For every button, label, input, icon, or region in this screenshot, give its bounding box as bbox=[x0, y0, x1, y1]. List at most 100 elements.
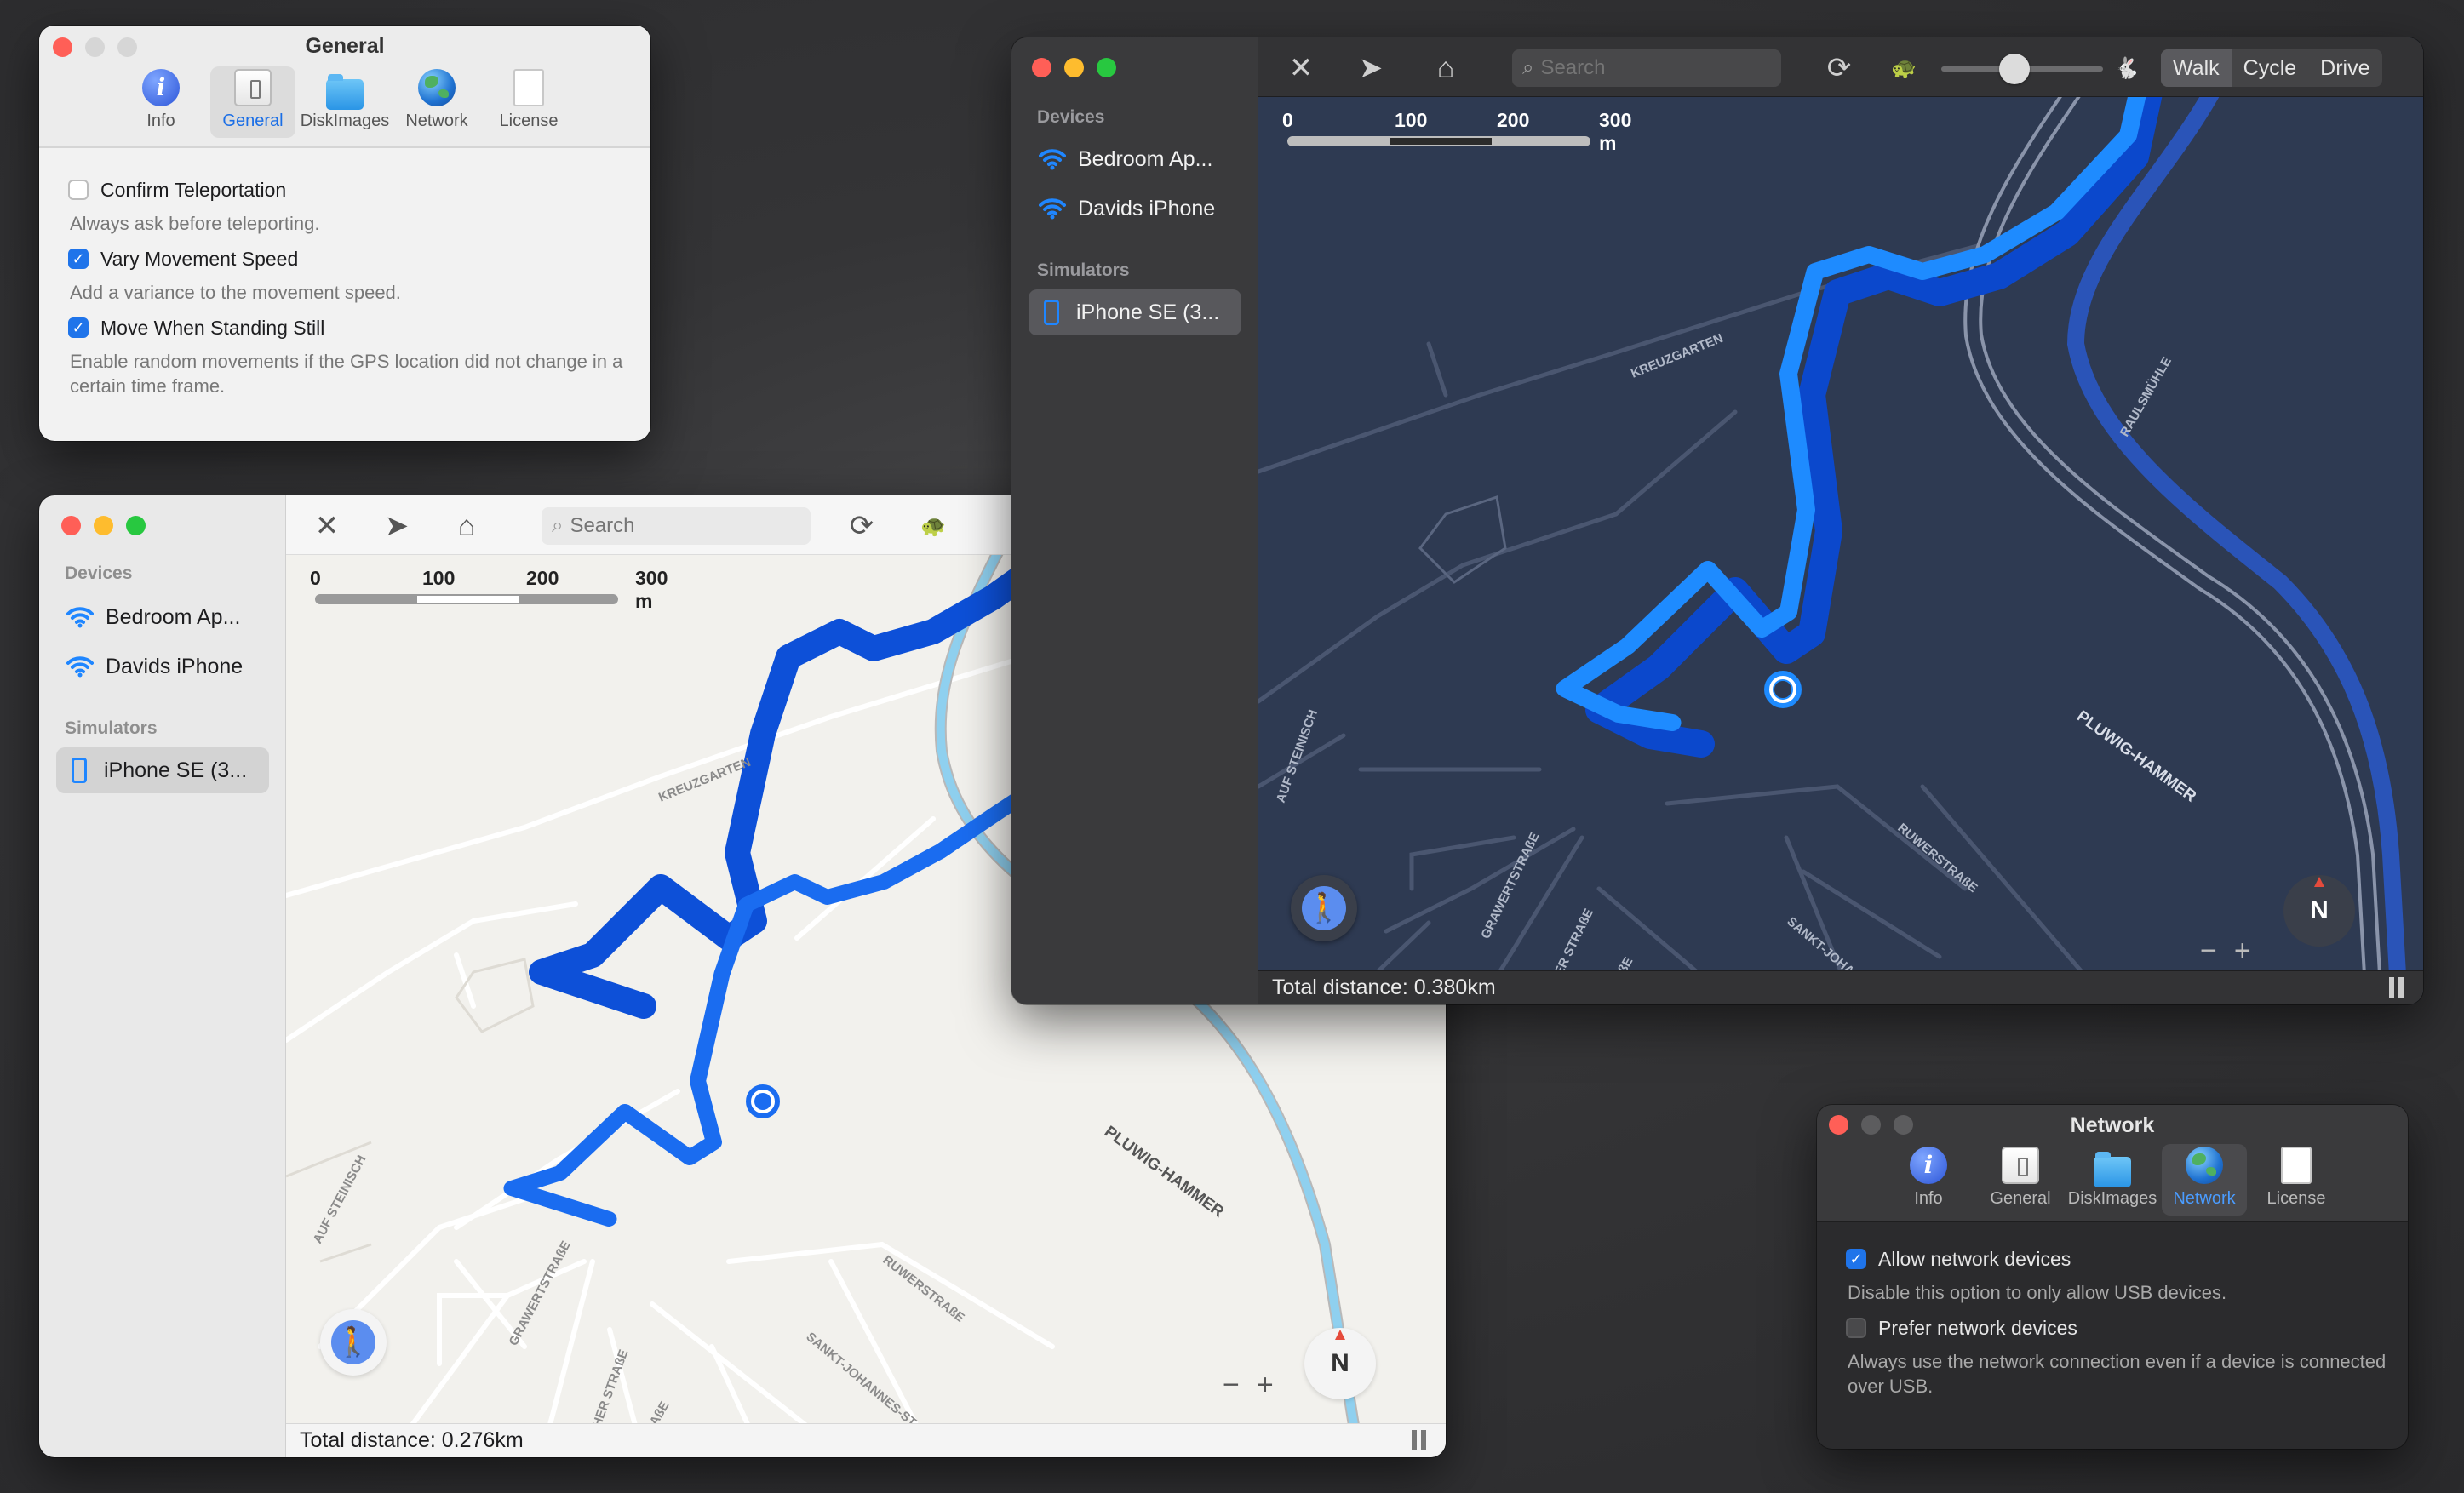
turtle-icon: 🐢 bbox=[920, 514, 946, 538]
allow-network-devices-checkbox[interactable]: ✓ bbox=[1846, 1249, 1866, 1269]
globe-icon bbox=[2186, 1147, 2223, 1184]
search-icon: ⌕ bbox=[552, 514, 564, 537]
close-window-button[interactable] bbox=[61, 516, 81, 535]
prefer-network-devices-option[interactable]: Prefer network devices bbox=[1846, 1313, 2391, 1342]
walk-mode-button[interactable]: 🚶 bbox=[1291, 875, 1357, 941]
vary-movement-speed-option[interactable]: ✓ Vary Movement Speed bbox=[68, 244, 633, 273]
status-bar: Total distance: 0.380km bbox=[1258, 970, 2423, 1004]
total-distance-label: Total distance: 0.276km bbox=[300, 1428, 524, 1452]
search-input[interactable] bbox=[1540, 56, 1762, 80]
wifi-icon bbox=[66, 607, 94, 628]
sidebar-item-iphone-se[interactable]: iPhone SE (3... bbox=[56, 747, 269, 793]
phone-icon bbox=[1044, 300, 1059, 325]
sidebar-item-iphone-se[interactable]: iPhone SE (3... bbox=[1029, 289, 1241, 335]
general-options: Confirm Teleportation Always ask before … bbox=[68, 175, 633, 407]
tab-license[interactable]: License bbox=[486, 66, 571, 138]
sidebar-item-bedroom[interactable]: Bedroom Ap... bbox=[56, 594, 269, 640]
close-icon[interactable]: ✕ bbox=[1284, 51, 1318, 85]
preferences-toolbar: General i Info General DiskImages Network… bbox=[39, 26, 650, 148]
map-toolbar: ✕ ➤ ⌂ ⌕ ⟳ 🐢 🐇 Walk Cycle Drive bbox=[1258, 37, 2423, 97]
window-controls bbox=[1032, 58, 1116, 77]
search-input[interactable] bbox=[570, 514, 792, 538]
sidebar-item-davids-iphone[interactable]: Davids iPhone bbox=[56, 644, 269, 689]
zoom-controls: − + bbox=[1223, 1369, 1274, 1402]
tab-info[interactable]: i Info bbox=[1886, 1144, 1971, 1216]
speed-slider-knob[interactable] bbox=[1998, 54, 2030, 84]
search-field[interactable]: ⌕ bbox=[542, 507, 811, 545]
tab-diskimages[interactable]: DiskImages bbox=[301, 66, 389, 138]
close-icon[interactable]: ✕ bbox=[310, 509, 344, 543]
network-preferences-window: Network i Info General DiskImages Network… bbox=[1817, 1105, 2408, 1449]
mode-cycle[interactable]: Cycle bbox=[2232, 49, 2309, 87]
street-label: GRAWERTSTRAßE bbox=[1478, 830, 1542, 941]
simulators-header: Simulators bbox=[65, 718, 158, 738]
wifi-icon bbox=[1039, 198, 1066, 220]
info-icon: i bbox=[142, 69, 180, 106]
walk-mode-button[interactable]: 🚶 bbox=[320, 1309, 387, 1376]
travel-mode-segmented-control: Walk Cycle Drive bbox=[2161, 49, 2382, 87]
close-window-button[interactable] bbox=[1032, 58, 1051, 77]
street-label: SANKT-JOHANNES-ST bbox=[803, 1330, 919, 1430]
tab-network[interactable]: Network bbox=[394, 66, 479, 138]
tab-diskimages[interactable]: DiskImages bbox=[2068, 1144, 2157, 1216]
home-icon[interactable]: ⌂ bbox=[1429, 51, 1463, 85]
tab-general[interactable]: General bbox=[1978, 1144, 2063, 1216]
compass-button[interactable]: N bbox=[1304, 1328, 1376, 1399]
zoom-in-button[interactable]: + bbox=[1257, 1369, 1274, 1402]
hare-icon: 🐇 bbox=[2114, 56, 2140, 80]
sidebar-item-bedroom[interactable]: Bedroom Ap... bbox=[1029, 136, 1241, 182]
zoom-in-button[interactable]: + bbox=[2234, 935, 2251, 968]
wifi-icon bbox=[1039, 149, 1066, 170]
pause-icon[interactable] bbox=[2389, 977, 2408, 998]
vary-movement-speed-checkbox[interactable]: ✓ bbox=[68, 249, 89, 269]
option-description: Disable this option to only allow USB de… bbox=[1848, 1282, 2227, 1303]
speed-slider[interactable] bbox=[1941, 54, 2103, 84]
refresh-icon[interactable]: ⟳ bbox=[1822, 51, 1856, 85]
tab-general[interactable]: General bbox=[210, 66, 295, 138]
zoom-window-button[interactable] bbox=[126, 516, 146, 535]
zoom-out-button[interactable]: − bbox=[2200, 935, 2217, 968]
tab-network[interactable]: Network bbox=[2162, 1144, 2247, 1216]
street-label: PLUWIG-HAMMER bbox=[1101, 1123, 1227, 1221]
zoom-window-button[interactable] bbox=[1097, 58, 1116, 77]
move-when-standing-still-option[interactable]: ✓ Move When Standing Still bbox=[68, 313, 633, 342]
allow-network-devices-option[interactable]: ✓ Allow network devices bbox=[1846, 1244, 2391, 1273]
mode-drive[interactable]: Drive bbox=[2308, 49, 2381, 87]
network-options: ✓ Allow network devices Disable this opt… bbox=[1846, 1244, 2391, 1407]
tab-info[interactable]: i Info bbox=[118, 66, 203, 138]
street-label: KREUZGARTEN bbox=[1629, 331, 1725, 381]
confirm-teleportation-checkbox[interactable] bbox=[68, 180, 89, 200]
zoom-out-button[interactable]: − bbox=[1223, 1369, 1240, 1402]
refresh-icon[interactable]: ⟳ bbox=[845, 509, 879, 543]
option-description: Add a variance to the movement speed. bbox=[70, 282, 401, 303]
home-icon[interactable]: ⌂ bbox=[450, 509, 484, 543]
devices-header: Devices bbox=[65, 563, 133, 583]
street-label: RUWERSTRAßE bbox=[1894, 821, 1980, 895]
search-field[interactable]: ⌕ bbox=[1512, 49, 1781, 87]
compass-button[interactable]: N bbox=[2283, 875, 2355, 947]
map-scale: 0 100 200 300 m bbox=[1282, 109, 1632, 154]
map-view[interactable]: KREUZGARTEN RAULSMÜHLE AUF STEINISCH PLU… bbox=[1258, 37, 2423, 1004]
total-distance-label: Total distance: 0.380km bbox=[1272, 975, 1496, 999]
tab-license[interactable]: License bbox=[2254, 1144, 2339, 1216]
prefer-network-devices-checkbox[interactable] bbox=[1846, 1318, 1866, 1338]
minimize-window-button[interactable] bbox=[94, 516, 113, 535]
scale-bar bbox=[1287, 136, 1590, 146]
simulators-header: Simulators bbox=[1037, 260, 1130, 280]
move-when-standing-still-checkbox[interactable]: ✓ bbox=[68, 317, 89, 338]
option-description: Always ask before teleporting. bbox=[70, 213, 320, 234]
pause-icon[interactable] bbox=[1412, 1430, 1430, 1450]
map-scale: 0 100 200 300 m bbox=[310, 567, 668, 612]
search-icon: ⌕ bbox=[1522, 56, 1534, 79]
confirm-teleportation-option[interactable]: Confirm Teleportation bbox=[68, 175, 633, 204]
window-title: General bbox=[305, 34, 385, 58]
turtle-icon: 🐢 bbox=[1891, 56, 1917, 80]
location-arrow-icon[interactable]: ➤ bbox=[380, 509, 414, 543]
map-canvas[interactable]: KREUZGARTEN RAULSMÜHLE AUF STEINISCH PLU… bbox=[1258, 37, 2423, 1004]
mode-walk[interactable]: Walk bbox=[2161, 49, 2232, 87]
window-title: Network bbox=[2070, 1113, 2155, 1137]
minimize-window-button[interactable] bbox=[1064, 58, 1084, 77]
street-label: AUF STEINISCH bbox=[311, 1153, 370, 1246]
sidebar-item-davids-iphone[interactable]: Davids iPhone bbox=[1029, 186, 1241, 232]
location-arrow-icon[interactable]: ➤ bbox=[1354, 51, 1388, 85]
